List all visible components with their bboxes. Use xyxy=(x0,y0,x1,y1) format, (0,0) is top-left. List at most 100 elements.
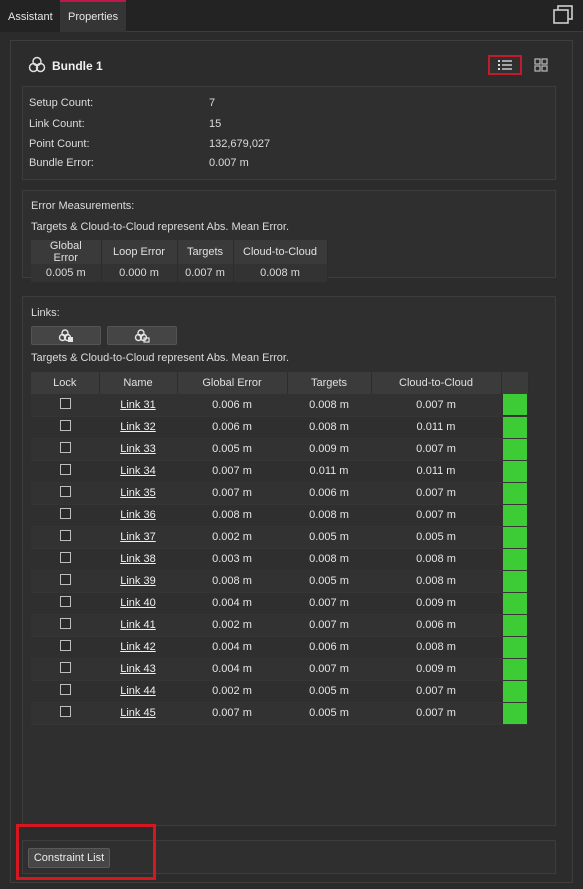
link-name[interactable]: Link 32 xyxy=(120,421,155,433)
lock-checkbox[interactable] xyxy=(59,662,71,673)
lock-checkbox[interactable] xyxy=(59,530,71,541)
status-cell xyxy=(501,504,528,527)
lock-checkbox[interactable] xyxy=(59,684,71,695)
link-name[interactable]: Link 44 xyxy=(120,685,155,697)
list-view-button[interactable] xyxy=(488,55,522,75)
targets-cell: 0.006 m xyxy=(287,482,371,505)
status-cell xyxy=(501,636,528,659)
table-row[interactable]: Link 44 0.002 m 0.005 m 0.007 m xyxy=(31,680,528,703)
lock-checkbox[interactable] xyxy=(59,552,71,563)
table-row[interactable]: Link 40 0.004 m 0.007 m 0.009 m xyxy=(31,592,528,615)
link-lock-icon xyxy=(58,328,73,342)
link-name[interactable]: Link 36 xyxy=(120,509,155,521)
targets-cell: 0.008 m xyxy=(287,504,371,527)
status-cell xyxy=(501,526,528,549)
status-cell xyxy=(501,658,528,681)
status-indicator xyxy=(502,592,527,614)
link-name[interactable]: Link 45 xyxy=(120,707,155,719)
link-name[interactable]: Link 42 xyxy=(120,641,155,653)
col-targets[interactable]: Targets xyxy=(287,372,372,394)
table-row[interactable]: Link 38 0.003 m 0.008 m 0.008 m xyxy=(31,548,528,571)
table-row[interactable]: Link 35 0.007 m 0.006 m 0.007 m xyxy=(31,482,528,505)
table-row[interactable]: Link 37 0.002 m 0.005 m 0.005 m xyxy=(31,526,528,549)
table-row[interactable]: Link 36 0.008 m 0.008 m 0.007 m xyxy=(31,504,528,527)
restore-window-icon[interactable] xyxy=(549,2,577,28)
name-cell: Link 42 xyxy=(99,636,177,659)
col-cloud-to-cloud[interactable]: Cloud-to-Cloud xyxy=(371,372,502,394)
unlock-links-button[interactable] xyxy=(107,326,177,345)
table-row[interactable]: Link 31 0.006 m 0.008 m 0.007 m xyxy=(31,394,528,417)
table-row[interactable]: Link 34 0.007 m 0.011 m 0.011 m xyxy=(31,460,528,483)
bundle-icon xyxy=(28,56,46,77)
targets-cell: 0.008 m xyxy=(287,548,371,571)
lock-cell xyxy=(31,460,99,483)
link-name[interactable]: Link 34 xyxy=(120,465,155,477)
col-global-error[interactable]: Global Error xyxy=(177,372,288,394)
info-label-point-count: Point Count: xyxy=(29,138,90,150)
cloud-to-cloud-cell: 0.008 m xyxy=(371,636,501,659)
link-name[interactable]: Link 40 xyxy=(120,597,155,609)
lock-checkbox[interactable] xyxy=(59,420,71,431)
value-cloud-to-cloud: 0.008 m xyxy=(233,264,328,282)
tab-assistant[interactable]: Assistant xyxy=(0,0,60,32)
link-name[interactable]: Link 35 xyxy=(120,487,155,499)
table-row[interactable]: Link 41 0.002 m 0.007 m 0.006 m xyxy=(31,614,528,637)
links-note: Targets & Cloud-to-Cloud represent Abs. … xyxy=(31,352,290,364)
lock-checkbox[interactable] xyxy=(59,706,71,717)
link-name[interactable]: Link 43 xyxy=(120,663,155,675)
grid-view-button[interactable] xyxy=(530,55,552,75)
table-row[interactable]: Link 39 0.008 m 0.005 m 0.008 m xyxy=(31,570,528,593)
table-row[interactable]: Link 43 0.004 m 0.007 m 0.009 m xyxy=(31,658,528,681)
link-name[interactable]: Link 38 xyxy=(120,553,155,565)
tab-properties[interactable]: Properties xyxy=(60,0,126,32)
name-cell: Link 44 xyxy=(99,680,177,703)
lock-checkbox[interactable] xyxy=(59,486,71,497)
link-name[interactable]: Link 39 xyxy=(120,575,155,587)
status-indicator xyxy=(502,416,527,438)
name-cell: Link 40 xyxy=(99,592,177,615)
global-error-cell: 0.007 m xyxy=(177,460,287,483)
targets-cell: 0.006 m xyxy=(287,636,371,659)
lock-checkbox[interactable] xyxy=(59,464,71,475)
link-name[interactable]: Link 37 xyxy=(120,531,155,543)
link-unlock-icon xyxy=(134,328,150,343)
status-cell xyxy=(501,416,528,439)
lock-cell xyxy=(31,482,99,505)
global-error-cell: 0.008 m xyxy=(177,504,287,527)
table-row[interactable]: Link 33 0.005 m 0.009 m 0.007 m xyxy=(31,438,528,461)
error-measurements-table: Global Error Loop Error Targets Cloud-to… xyxy=(31,240,328,282)
lock-cell xyxy=(31,548,99,571)
value-targets: 0.007 m xyxy=(177,264,234,282)
lock-checkbox[interactable] xyxy=(59,397,71,409)
table-row[interactable]: Link 32 0.006 m 0.008 m 0.011 m xyxy=(31,416,528,439)
table-row[interactable]: Link 42 0.004 m 0.006 m 0.008 m xyxy=(31,636,528,659)
lock-cell xyxy=(31,614,99,637)
lock-links-button[interactable] xyxy=(31,326,101,345)
status-cell xyxy=(501,702,528,725)
cloud-to-cloud-cell: 0.009 m xyxy=(371,658,501,681)
col-lock[interactable]: Lock xyxy=(31,372,100,394)
info-value-link-count: 15 xyxy=(209,118,222,130)
lock-checkbox[interactable] xyxy=(59,618,71,629)
lock-checkbox[interactable] xyxy=(59,442,71,453)
lock-checkbox[interactable] xyxy=(59,640,71,651)
lock-checkbox[interactable] xyxy=(59,574,71,585)
lock-checkbox[interactable] xyxy=(59,596,71,607)
table-row[interactable]: Link 45 0.007 m 0.005 m 0.007 m xyxy=(31,702,528,725)
global-error-cell: 0.002 m xyxy=(177,680,287,703)
col-status xyxy=(501,372,529,394)
targets-cell: 0.007 m xyxy=(287,614,371,637)
status-cell xyxy=(501,460,528,483)
status-cell xyxy=(501,438,528,461)
error-measurements-heading: Error Measurements: xyxy=(31,200,135,212)
link-name[interactable]: Link 41 xyxy=(120,619,155,631)
cloud-to-cloud-cell: 0.009 m xyxy=(371,592,501,615)
name-cell: Link 36 xyxy=(99,504,177,527)
link-name[interactable]: Link 31 xyxy=(120,399,155,411)
status-cell xyxy=(501,570,528,593)
list-view-icon xyxy=(498,60,512,70)
col-name[interactable]: Name xyxy=(99,372,178,394)
status-indicator xyxy=(502,702,527,724)
lock-checkbox[interactable] xyxy=(59,508,71,519)
link-name[interactable]: Link 33 xyxy=(120,443,155,455)
